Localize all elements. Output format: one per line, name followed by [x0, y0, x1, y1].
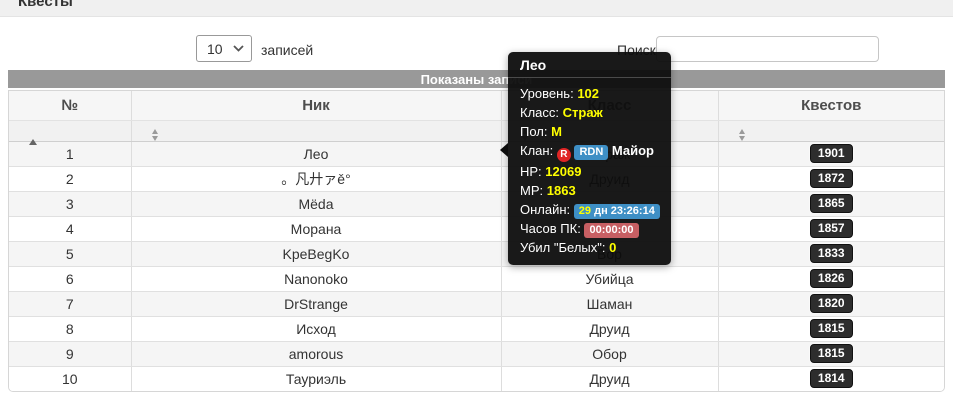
page-title: Квесты [18, 0, 953, 10]
table-row[interactable]: 9 amorous Обор 1815 [9, 341, 944, 366]
tooltip-kills: Убил "Белых": 0 [520, 238, 661, 257]
quest-count-badge: 1872 [810, 169, 853, 188]
table-row[interactable]: 1 Лео Страж 1901 [9, 141, 944, 166]
row-nick: Исход [131, 316, 501, 341]
row-quests: 1815 [718, 316, 944, 341]
clan-tag-badge: RDN [574, 145, 608, 160]
row-quests: 1901 [718, 141, 944, 166]
sort-asc-icon [29, 122, 37, 145]
row-class: Друид [501, 366, 718, 391]
tooltip-clan: Клан: R RDN Майор [520, 141, 661, 162]
row-quests: 1865 [718, 191, 944, 216]
search-input[interactable] [656, 36, 879, 62]
tooltip-gender: Пол: М [520, 122, 661, 141]
page: Квесты 10 записей Поиск: Показаны записи… [0, 0, 953, 413]
row-quests: 1833 [718, 241, 944, 266]
row-nick: Nanonoko [131, 266, 501, 291]
quest-count-badge: 1833 [810, 244, 853, 263]
row-number: 1 [9, 141, 131, 166]
row-number: 5 [9, 241, 131, 266]
player-tooltip: Лео Уровень: 102 Класс: Страж Пол: М Кла… [508, 52, 671, 265]
table-row[interactable]: 2 。凡廾ァě° Друид 1872 [9, 166, 944, 191]
quest-count-badge: 1865 [810, 194, 853, 213]
sort-cell-quests[interactable] [718, 120, 944, 141]
sort-cell-num[interactable] [9, 120, 131, 141]
page-size-value: 10 [207, 41, 223, 57]
tooltip-level: Уровень: 102 [520, 84, 661, 103]
sort-cell-nick[interactable] [131, 120, 501, 141]
column-header-num[interactable]: № [9, 91, 131, 120]
page-size-select[interactable]: 10 [196, 35, 252, 62]
quests-table: № Ник Класс Квестов [8, 90, 945, 392]
row-nick: amorous [131, 341, 501, 366]
quest-count-badge: 1814 [810, 369, 853, 388]
table-row[interactable]: 6 Nanonoko Убийца 1826 [9, 266, 944, 291]
quest-count-badge: 1820 [810, 294, 853, 313]
table-row[interactable]: 7 DrStrange Шаман 1820 [9, 291, 944, 316]
row-quests: 1872 [718, 166, 944, 191]
table-row[interactable]: 5 KpeBegKo Вор 1833 [9, 241, 944, 266]
info-bar: Показаны записи [8, 70, 945, 88]
tooltip-hp: HP: 12069 [520, 162, 661, 181]
tooltip-class: Класс: Страж [520, 103, 661, 122]
pk-hours-badge: 00:00:00 [584, 223, 638, 238]
row-nick: 。凡廾ァě° [131, 166, 501, 191]
row-number: 8 [9, 316, 131, 341]
row-number: 4 [9, 216, 131, 241]
row-number: 3 [9, 191, 131, 216]
row-number: 9 [9, 341, 131, 366]
page-size-label: записей [261, 42, 313, 58]
quest-count-badge: 1815 [810, 319, 853, 338]
chevron-down-icon [233, 45, 244, 52]
sort-both-icon [739, 129, 745, 141]
row-class: Убийца [501, 266, 718, 291]
quest-count-badge: 1857 [810, 219, 853, 238]
tooltip-mp: MP: 1863 [520, 181, 661, 200]
row-quests: 1815 [718, 341, 944, 366]
row-nick: Тауриэль [131, 366, 501, 391]
table-row[interactable]: 3 Mëda 1865 [9, 191, 944, 216]
clan-icon: R [557, 148, 571, 162]
row-nick: DrStrange [131, 291, 501, 316]
table-body: 1 Лео Страж 1901 2 。凡廾ァě° Друид 1872 3 M… [9, 141, 944, 391]
column-header-nick[interactable]: Ник [131, 91, 501, 120]
page-header: Квесты [0, 0, 953, 17]
column-header-quests[interactable]: Квестов [718, 91, 944, 120]
row-number: 6 [9, 266, 131, 291]
online-time-badge: 29 дн 23:26:14 [574, 204, 660, 219]
table-row[interactable]: 10 Тауриэль Друид 1814 [9, 366, 944, 391]
row-class: Шаман [501, 291, 718, 316]
row-number: 7 [9, 291, 131, 316]
tooltip-pk-hours: Часов ПК: 00:00:00 [520, 219, 661, 238]
row-nick: Лео [131, 141, 501, 166]
row-class: Друид [501, 316, 718, 341]
quest-count-badge: 1815 [810, 344, 853, 363]
row-number: 10 [9, 366, 131, 391]
tooltip-player-name: Лео [508, 52, 671, 78]
row-quests: 1814 [718, 366, 944, 391]
quest-count-badge: 1901 [810, 144, 853, 163]
row-quests: 1820 [718, 291, 944, 316]
table-row[interactable]: 4 Морана 1857 [9, 216, 944, 241]
quest-count-badge: 1826 [810, 269, 853, 288]
row-nick: Морана [131, 216, 501, 241]
row-class: Обор [501, 341, 718, 366]
row-quests: 1826 [718, 266, 944, 291]
row-nick: KpeBegKo [131, 241, 501, 266]
row-quests: 1857 [718, 216, 944, 241]
tooltip-online: Онлайн: 29 дн 23:26:14 [520, 200, 661, 219]
sort-both-icon [152, 129, 158, 141]
tooltip-arrow-icon [500, 143, 508, 157]
row-number: 2 [9, 166, 131, 191]
table-row[interactable]: 8 Исход Друид 1815 [9, 316, 944, 341]
row-nick: Mëda [131, 191, 501, 216]
